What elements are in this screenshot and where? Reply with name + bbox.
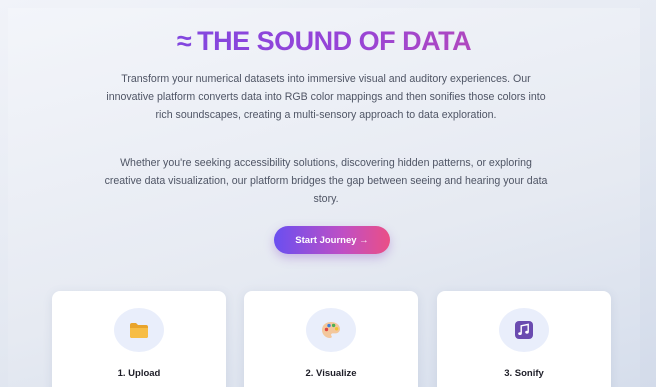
step-card-upload[interactable]: 1. Upload [52,291,226,387]
step-card-sonify[interactable]: 3. Sonify [437,291,611,387]
step-card-visualize[interactable]: 2. Visualize [244,291,418,387]
step-title: 2. Visualize [305,368,357,379]
hero-secondary-description: Whether you're seeking accessibility sol… [104,157,548,205]
hero-title: ≈ THE SOUND OF DATA [8,26,640,57]
page-frame: ≈ THE SOUND OF DATA Transform your numeri… [8,8,640,387]
folder-icon [114,308,164,352]
hero-title-text: THE SOUND OF DATA [197,26,472,56]
palette-icon [306,308,356,352]
start-journey-button[interactable]: Start Journey → [274,226,390,254]
hero-description: Transform your numerical datasets into i… [106,73,546,121]
step-title: 1. Upload [117,368,161,379]
music-note-icon [499,308,549,352]
step-title: 3. Sonify [504,368,544,379]
wave-icon: ≈ [176,26,192,56]
